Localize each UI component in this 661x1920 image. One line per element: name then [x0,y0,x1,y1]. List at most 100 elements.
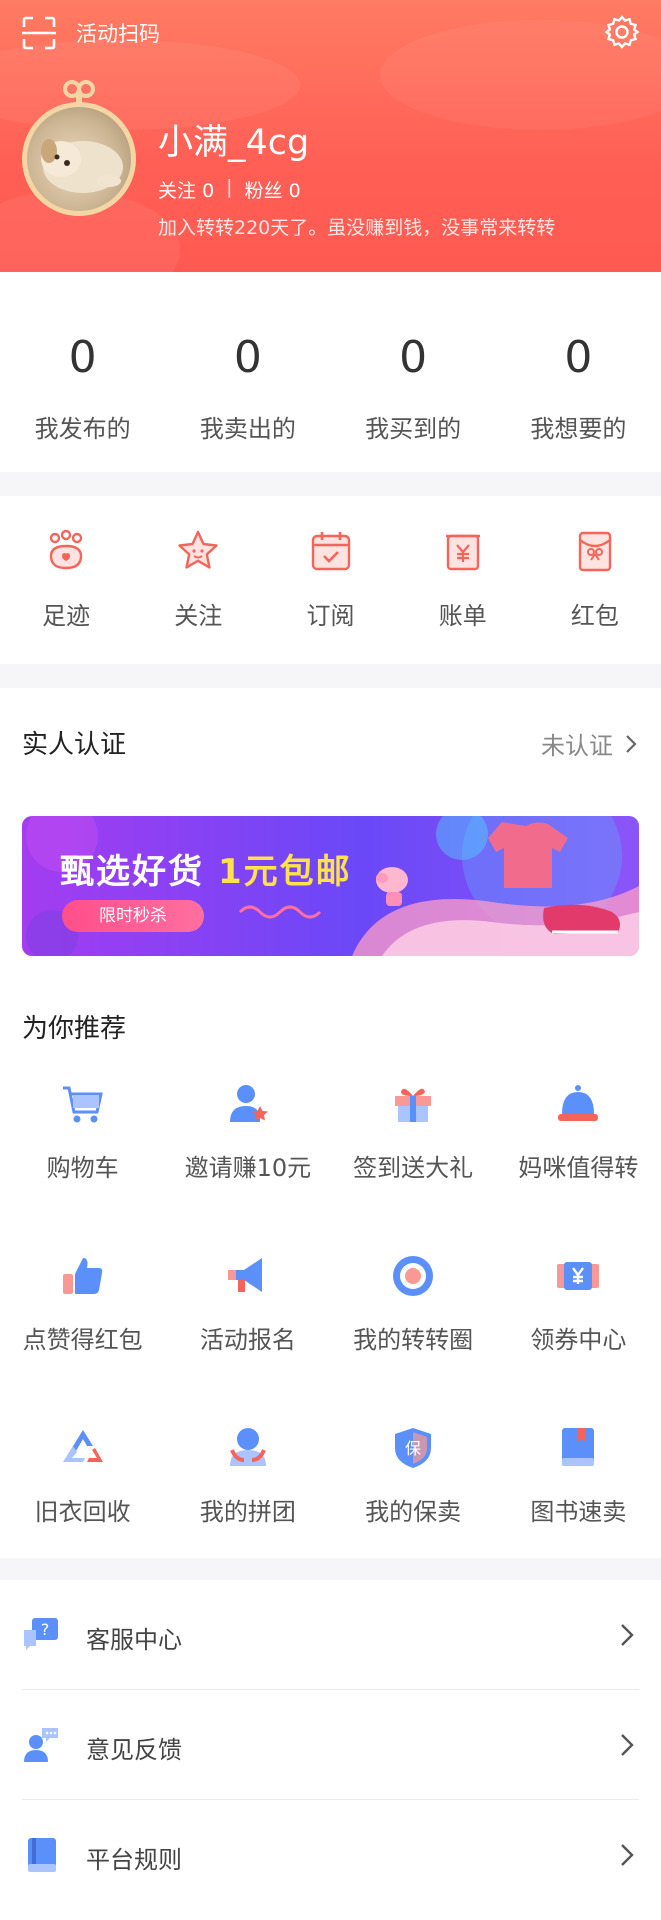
avatar-photo [22,102,136,216]
invite-icon [229,1085,268,1122]
follow-count: 0 [202,180,215,202]
tool-label: 足迹 [42,602,91,630]
rec-label: 点赞得红包 [22,1326,143,1354]
banner-title-1: 甄选好货 [60,852,204,892]
stat-value: 0 [564,332,593,383]
coupon-icon [557,1262,600,1290]
circle-icon [393,1256,434,1296]
scan-button[interactable]: 活动扫码 [22,16,160,50]
megaphone-icon [227,1258,262,1292]
stat-published[interactable]: 0 我发布的 [0,272,165,472]
rec-label: 邀请赚10元 [184,1154,312,1182]
scan-icon [22,16,56,50]
follow-link[interactable]: 关注 0 [158,176,214,203]
fans-label: 粉丝 [244,180,283,202]
stat-label: 我想要的 [530,415,627,443]
rec-coupon-center[interactable]: 领券中心 [496,1244,661,1416]
rec-label: 旧衣回收 [34,1498,131,1526]
menu-feedback[interactable]: 意见反馈 [0,1690,661,1800]
rec-guarantee-sell[interactable]: 保 我的保卖 [331,1416,496,1588]
rec-signin[interactable]: 签到送大礼 [331,1072,496,1244]
tool-bill[interactable]: 账单 [397,496,529,664]
calendar-icon [311,532,350,571]
recycle-icon [62,1430,103,1462]
settings-menu: ? 客服中心 意见反馈 平台规则 [0,1580,661,1920]
scan-label: 活动扫码 [76,22,160,46]
tool-red-envelope[interactable]: 红包 [529,496,661,664]
rec-label: 我的拼团 [199,1498,296,1526]
bell-icon [558,1085,599,1121]
dog-photo [41,139,123,193]
fans-link[interactable]: 粉丝 0 [245,176,301,203]
rec-label: 签到送大礼 [353,1154,474,1182]
username: 小满_4cg [158,123,310,163]
chevron-right-icon [621,1624,634,1646]
rec-recycle[interactable]: 旧衣回收 [0,1416,165,1588]
verify-status-text: 未认证 [541,732,613,760]
rec-circle[interactable]: 我的转转圈 [331,1244,496,1416]
rec-group-buy[interactable]: 我的拼团 [165,1416,330,1588]
rec-label: 活动报名 [199,1326,296,1354]
follow-label: 关注 [158,180,197,202]
menu-customer-service[interactable]: ? 客服中心 [0,1580,661,1690]
identity-verify-row[interactable]: 实人认证 未认证 [0,688,661,796]
fans-count: 0 [288,180,301,202]
book-icon [562,1428,595,1466]
svg-text:?: ? [41,1620,50,1639]
tool-follow[interactable]: 关注 [132,496,264,664]
rec-label: 妈咪值得转 [518,1154,639,1182]
rec-mommy[interactable]: 妈咪值得转 [496,1072,661,1244]
chevron-right-icon [621,1844,634,1866]
thumbs-up-icon [62,1258,102,1294]
verify-title: 实人认证 [22,730,127,760]
tool-subscribe[interactable]: 订阅 [264,496,396,664]
stat-bought[interactable]: 0 我买到的 [331,272,496,472]
rec-label: 图书速卖 [530,1498,627,1526]
stat-label: 我发布的 [34,415,131,443]
chevron-right-icon [626,734,637,753]
rec-label: 我的保卖 [365,1498,462,1526]
stat-label: 我卖出的 [199,415,296,443]
rec-invite[interactable]: 邀请赚10元 [165,1072,330,1244]
avatar[interactable] [22,80,140,222]
menu-label: 客服中心 [86,1626,182,1654]
recommend-grid: 购物车 邀请赚10元 签到送大礼 妈咪值得转 点赞得红包 活动报名 我的转转圈 … [0,1072,661,1588]
cart-icon [62,1086,103,1123]
tool-label: 账单 [438,602,487,630]
stat-value: 0 [399,332,428,383]
rules-icon [28,1838,56,1872]
rec-like-redpacket[interactable]: 点赞得红包 [0,1244,165,1416]
stat-label: 我买到的 [365,415,462,443]
menu-platform-rules[interactable]: 平台规则 [0,1800,661,1910]
promo-banner[interactable]: 甄选好货 1元包邮 限时秒杀 [22,816,639,956]
gear-icon[interactable] [604,14,640,50]
chevron-right-icon [621,1734,634,1756]
feedback-icon [24,1728,58,1762]
rec-book-sell[interactable]: 图书速卖 [496,1416,661,1588]
customer-service-icon: ? [24,1618,58,1650]
stat-sold[interactable]: 0 我卖出的 [165,272,330,472]
separator: | [226,176,233,198]
tool-label: 关注 [174,602,223,630]
shield-icon: 保 [395,1428,432,1468]
rec-label: 我的转转圈 [353,1326,474,1354]
profile-header: 活动扫码 小满_4cg 关注 0 | 粉丝 0 加入转转220天了。虽没赚到钱，… [0,0,661,272]
stat-value: 0 [68,332,97,383]
verify-status: 未认证 [541,726,637,761]
flash-sale-badge: 限时秒杀 [62,900,204,932]
red-envelope-icon [578,531,612,572]
follow-stats: 关注 0 | 粉丝 0 [158,176,301,203]
gift-icon [395,1088,432,1122]
paw-icon [49,529,83,570]
recommend-title: 为你推荐 [22,1014,127,1044]
rec-activity-signup[interactable]: 活动报名 [165,1244,330,1416]
tool-footprint[interactable]: 足迹 [0,496,132,664]
menu-label: 平台规则 [86,1846,182,1874]
rec-cart[interactable]: 购物车 [0,1072,165,1244]
recommend-section: 为你推荐 购物车 邀请赚10元 签到送大礼 妈咪值得转 点赞得红包 活动报名 我… [0,972,661,1558]
stat-wanted[interactable]: 0 我想要的 [496,272,661,472]
menu-label: 意见反馈 [86,1736,182,1764]
stat-value: 0 [233,332,262,383]
group-icon [229,1428,266,1466]
banner-title-2: 1元包邮 [218,852,352,892]
